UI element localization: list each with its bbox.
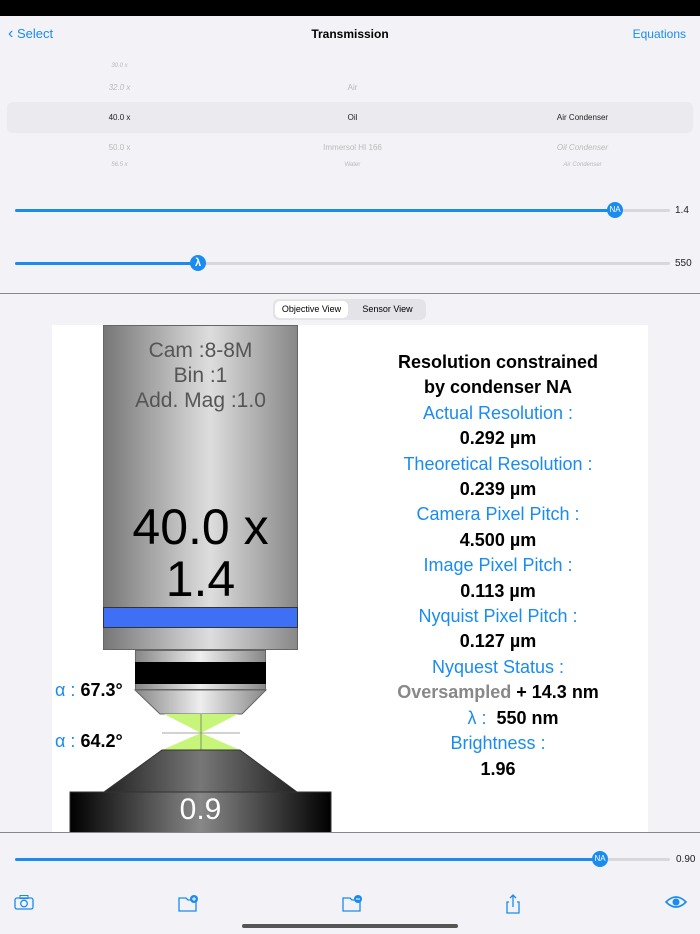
divider bbox=[0, 293, 700, 294]
objective-alpha: 67.3° bbox=[80, 680, 123, 700]
picker-item[interactable]: 50.0 x bbox=[7, 143, 232, 152]
brightness-value: 1.96 bbox=[480, 758, 516, 779]
image-pixel-pitch-label: Image Pixel Pitch : bbox=[423, 555, 573, 576]
results-panel: Resolution constrained by condenser NA A… bbox=[392, 350, 604, 782]
condenser-na-value: 0.90 bbox=[676, 854, 696, 865]
picker-item[interactable]: Air Condenser bbox=[472, 162, 693, 168]
folder-add-icon[interactable] bbox=[178, 894, 200, 917]
picker[interactable]: 30.0 x 32.0 x 40.0 x 50.0 x 56.5 x Air O… bbox=[0, 55, 700, 175]
picker-item[interactable]: Air bbox=[236, 83, 469, 92]
picker-item[interactable]: Immersol HI 166 bbox=[236, 143, 469, 152]
lambda-value: 550 nm bbox=[496, 707, 559, 728]
heading: Resolution constrained bbox=[397, 352, 599, 372]
alpha-label: α : bbox=[55, 731, 76, 751]
divider bbox=[0, 832, 700, 833]
picker-item-selected[interactable]: Air Condenser bbox=[472, 113, 693, 122]
image-pixel-pitch-value: 0.113 µm bbox=[460, 580, 536, 601]
nyquist-status-extra: + 14.3 nm bbox=[516, 682, 599, 703]
equations-button[interactable]: Equations bbox=[633, 27, 686, 41]
actual-resolution-value: 0.292 µm bbox=[459, 428, 537, 449]
lambda-slider-thumb[interactable]: λ bbox=[190, 255, 206, 271]
na-value: 1.4 bbox=[675, 205, 689, 216]
picker-item[interactable]: Oil Condenser bbox=[472, 143, 693, 152]
heading: by condenser NA bbox=[423, 377, 573, 398]
nyquist-pixel-pitch-value: 0.127 µm bbox=[459, 631, 537, 652]
alpha-label: α : bbox=[55, 680, 76, 700]
folder-remove-icon[interactable] bbox=[342, 894, 364, 917]
eye-icon[interactable] bbox=[664, 894, 688, 915]
camera-pixel-pitch-label: Camera Pixel Pitch : bbox=[416, 504, 580, 525]
brightness-label: Brightness : bbox=[450, 733, 546, 754]
condenser-alpha: 64.2° bbox=[80, 731, 123, 751]
picker-item-selected[interactable]: Oil bbox=[236, 113, 469, 122]
status-bar bbox=[0, 0, 700, 16]
lambda-label: λ : bbox=[467, 707, 487, 728]
lambda-value: 550 bbox=[675, 258, 692, 269]
tab-objective-view[interactable]: Objective View bbox=[275, 301, 348, 318]
nav-bar: ‹ Select Transmission Equations bbox=[0, 16, 700, 52]
na-slider-thumb[interactable]: NA bbox=[607, 202, 623, 218]
page-title: Transmission bbox=[311, 27, 389, 41]
picker-item[interactable]: Water bbox=[236, 162, 469, 168]
theoretical-resolution-label: Theoretical Resolution : bbox=[403, 453, 593, 474]
picker-item[interactable]: 32.0 x bbox=[7, 83, 232, 92]
camera-pixel-pitch-value: 4.500 µm bbox=[459, 529, 537, 550]
picker-item-selected[interactable]: 40.0 x bbox=[7, 113, 232, 122]
picker-item[interactable]: 30.0 x bbox=[7, 63, 232, 69]
view-segmented-control[interactable]: Objective View Sensor View bbox=[273, 299, 426, 320]
camera-icon[interactable] bbox=[14, 894, 34, 915]
home-indicator bbox=[242, 924, 458, 928]
nyquist-status-value: Oversampled bbox=[397, 682, 512, 703]
actual-resolution-label: Actual Resolution : bbox=[422, 402, 574, 423]
nyquist-status-label: Nyquest Status : bbox=[431, 656, 565, 677]
condenser-na-label: 0.9 bbox=[179, 793, 222, 826]
picker-item[interactable]: 56.5 x bbox=[7, 162, 232, 168]
share-icon[interactable] bbox=[505, 894, 521, 919]
nyquist-pixel-pitch-label: Nyquist Pixel Pitch : bbox=[418, 606, 578, 627]
theoretical-resolution-value: 0.239 µm bbox=[459, 479, 537, 500]
tab-sensor-view[interactable]: Sensor View bbox=[351, 301, 424, 318]
condenser-na-slider-thumb[interactable]: NA bbox=[592, 851, 608, 867]
objective-view-panel: Cam :8-8M Bin :1 Add. Mag :1.0 40.0 x 1.… bbox=[52, 325, 648, 832]
